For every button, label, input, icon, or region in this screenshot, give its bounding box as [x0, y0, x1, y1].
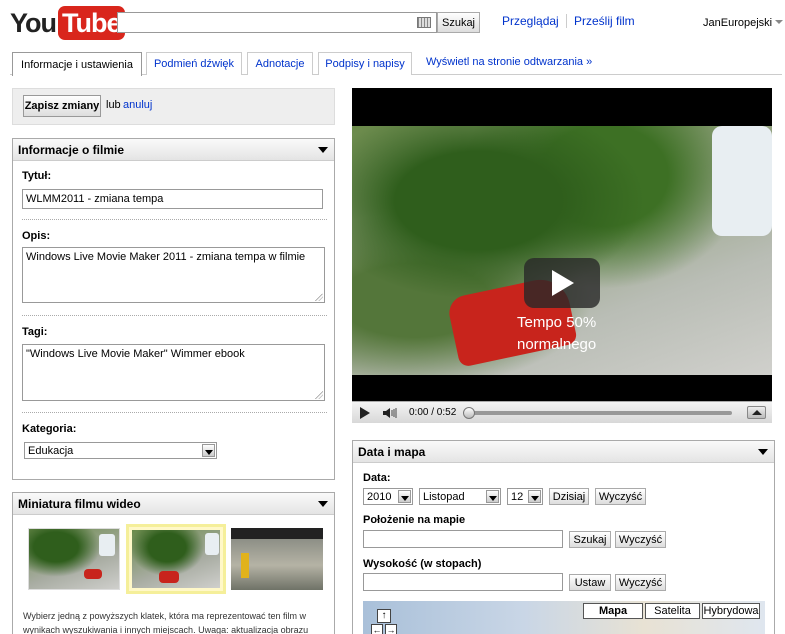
map-type-satellite[interactable]: Satelita: [645, 603, 700, 619]
date-map-header[interactable]: Data i mapa: [353, 441, 774, 463]
title-field[interactable]: WLMM2011 - zmiana tempa: [22, 189, 323, 209]
resize-handle-icon[interactable]: [315, 391, 323, 399]
location-label: Położenie na mapie: [363, 514, 466, 526]
watch-page-link[interactable]: Wyświetl na stronie odtwarzania »: [426, 56, 592, 68]
altitude-label: Wysokość (w stopach): [363, 558, 482, 570]
clear-altitude-button[interactable]: Wyczyść: [615, 574, 666, 591]
progress-knob[interactable]: [463, 407, 475, 419]
map-type-map[interactable]: Mapa: [583, 603, 643, 619]
map-view[interactable]: ↑ ← → Mapa Satelita Hybrydowa: [363, 601, 765, 634]
overlay-line-2: normalnego: [517, 336, 597, 353]
panel-title: Miniatura filmu wideo: [18, 496, 141, 511]
pan-left-icon[interactable]: ←: [371, 624, 383, 634]
chevron-down-icon[interactable]: [486, 490, 499, 503]
thumbnail-header[interactable]: Miniatura filmu wideo: [13, 493, 334, 515]
save-bar: Zapisz zmiany lub anuluj: [12, 88, 335, 125]
video-info-header[interactable]: Informacje o filmie: [13, 139, 334, 161]
logo-you-text: You: [10, 7, 57, 38]
thumbnail-option-1[interactable]: [28, 528, 120, 590]
tab-annotations[interactable]: Adnotacje: [247, 52, 313, 75]
divider: [22, 412, 327, 413]
nav-separator: [566, 14, 567, 28]
tab-captions[interactable]: Podpisy i napisy: [318, 52, 412, 75]
set-altitude-button[interactable]: Ustaw: [569, 574, 611, 591]
player-controls: 0:00 / 0:52: [352, 401, 772, 423]
thumbnail-help-text: Wybierz jedną z powyższych klatek, która…: [23, 611, 309, 634]
overlay-line-1: Tempo 50%: [517, 314, 597, 331]
thumbnail-option-2-selected[interactable]: [126, 524, 226, 594]
logo-tube-text: Tube: [58, 6, 125, 40]
chevron-down-icon[interactable]: [528, 490, 541, 503]
video-player[interactable]: Tempo 50% normalnego 0:00 / 0:52: [352, 88, 772, 423]
panel-title: Informacje o filmie: [18, 142, 125, 157]
location-input[interactable]: [363, 530, 563, 548]
tab-audio-swap[interactable]: Podmień dźwięk: [146, 52, 242, 75]
clear-location-button[interactable]: Wyczyść: [615, 531, 666, 548]
description-value: Windows Live Movie Maker 2011 - zmiana t…: [26, 251, 306, 263]
search-button[interactable]: Szukaj: [437, 12, 480, 33]
thumbnail-option-3[interactable]: [231, 528, 323, 590]
browse-link[interactable]: Przeglądaj: [502, 14, 559, 28]
video-info-panel: Informacje o filmie Tytuł: WLMM2011 - zm…: [12, 138, 335, 480]
video-overlay-text: Tempo 50% normalnego: [517, 312, 596, 356]
or-text: lub: [106, 99, 121, 111]
upload-link[interactable]: Prześlij film: [574, 14, 635, 28]
day-select[interactable]: 12: [507, 488, 543, 505]
collapse-icon[interactable]: [318, 147, 328, 153]
month-value: Listopad: [423, 490, 465, 503]
volume-icon[interactable]: [382, 407, 398, 419]
play-overlay-icon[interactable]: [524, 258, 600, 308]
year-select[interactable]: 2010: [363, 488, 413, 505]
date-map-panel: Data i mapa Data: 2010 Listopad 12 Dzisi…: [352, 440, 775, 634]
video-frame[interactable]: Tempo 50% normalnego: [352, 126, 772, 375]
day-value: 12: [511, 490, 524, 503]
map-type-hybrid[interactable]: Hybrydowa: [702, 603, 760, 619]
divider: [22, 219, 327, 220]
month-select[interactable]: Listopad: [419, 488, 501, 505]
altitude-input[interactable]: [363, 573, 563, 591]
category-select[interactable]: Edukacja: [24, 442, 217, 459]
white-car: [712, 126, 772, 236]
year-value: 2010: [367, 490, 392, 503]
panel-title: Data i mapa: [358, 444, 426, 459]
title-label: Tytuł:: [22, 170, 52, 182]
category-value: Edukacja: [28, 444, 74, 457]
divider: [22, 315, 327, 316]
cancel-link[interactable]: anuluj: [123, 99, 152, 111]
pan-up-icon[interactable]: ↑: [377, 609, 391, 623]
play-icon[interactable]: [360, 407, 370, 419]
chevron-down-icon[interactable]: [775, 20, 783, 24]
location-search-button[interactable]: Szukaj: [569, 531, 611, 548]
tags-label: Tagi:: [22, 326, 48, 338]
collapse-icon[interactable]: [758, 449, 768, 455]
chevron-down-icon[interactable]: [202, 444, 215, 457]
progress-track[interactable]: [467, 411, 732, 415]
chevron-down-icon[interactable]: [398, 490, 411, 503]
username-menu[interactable]: JanEuropejski: [703, 17, 772, 29]
save-button[interactable]: Zapisz zmiany: [23, 95, 101, 117]
tags-field[interactable]: "Windows Live Movie Maker" Wimmer ebook: [22, 344, 325, 401]
thumbnail-panel: Miniatura filmu wideo Wybierz jedną z po…: [12, 492, 335, 634]
keyboard-icon[interactable]: [417, 17, 431, 28]
search-input[interactable]: [117, 12, 437, 33]
time-display: 0:00 / 0:52: [409, 407, 457, 418]
tab-info-settings[interactable]: Informacje i ustawienia: [12, 52, 142, 76]
collapse-icon[interactable]: [318, 501, 328, 507]
pan-right-icon[interactable]: →: [385, 624, 397, 634]
category-label: Kategoria:: [22, 423, 77, 435]
resize-handle-icon[interactable]: [315, 293, 323, 301]
date-label: Data:: [363, 472, 391, 484]
fullscreen-icon[interactable]: [747, 406, 766, 419]
youtube-logo[interactable]: You Tube: [10, 6, 125, 40]
tags-value: "Windows Live Movie Maker" Wimmer ebook: [26, 348, 245, 360]
today-button[interactable]: Dzisiaj: [549, 488, 589, 505]
description-field[interactable]: Windows Live Movie Maker 2011 - zmiana t…: [22, 247, 325, 303]
description-label: Opis:: [22, 230, 51, 242]
clear-date-button[interactable]: Wyczyść: [595, 488, 646, 505]
